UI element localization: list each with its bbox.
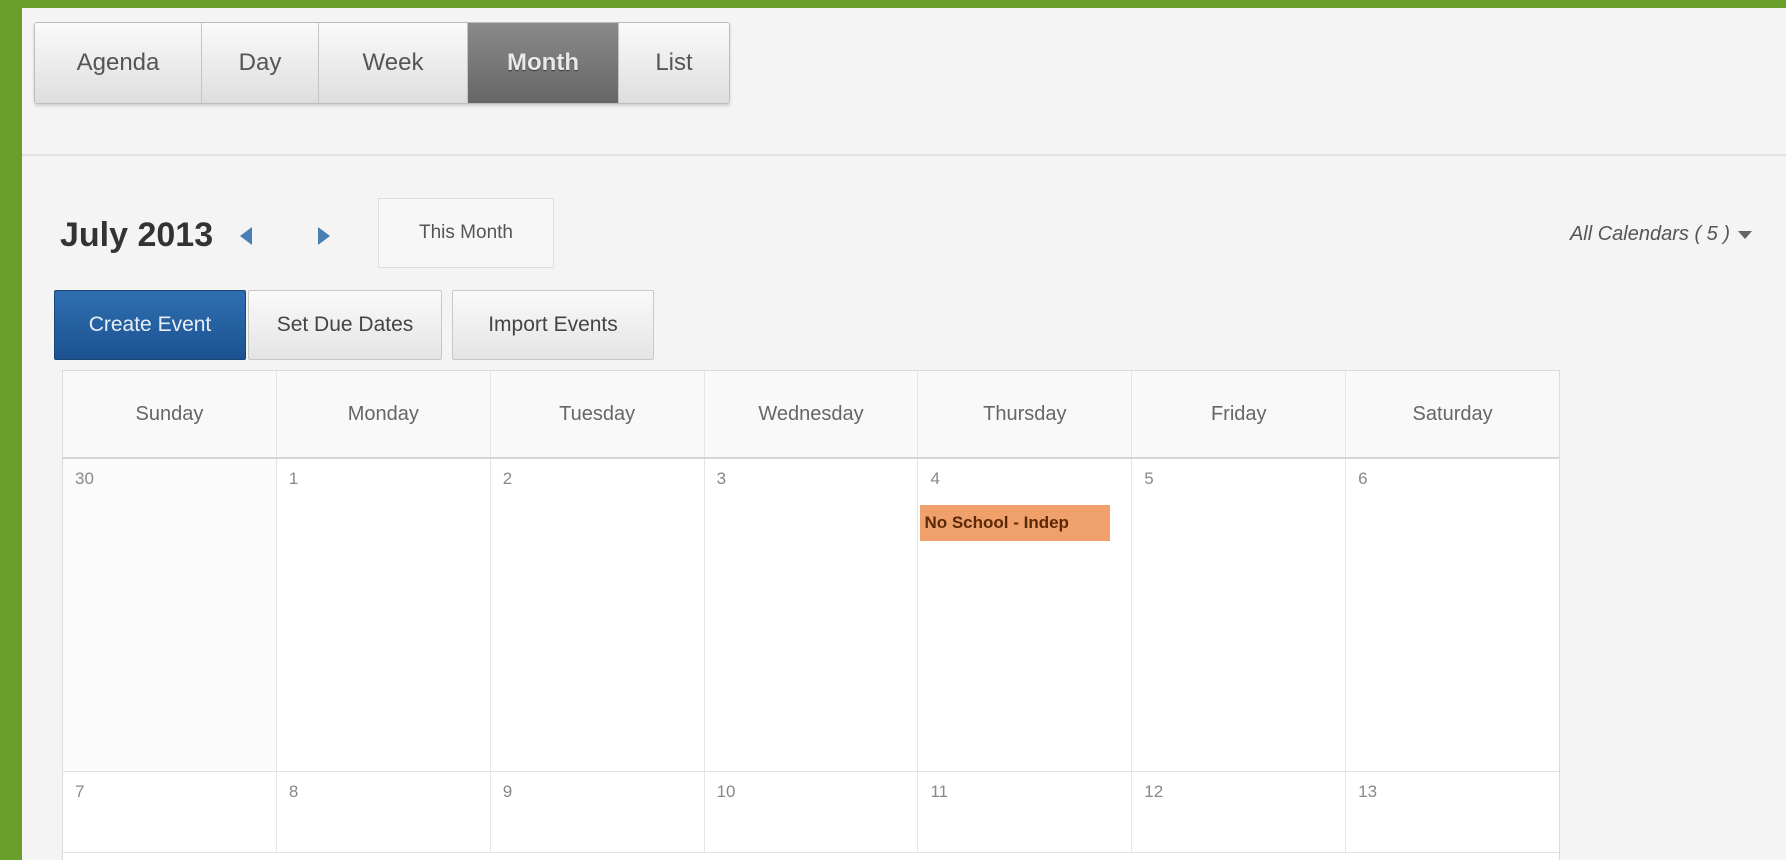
- month-grid: Sunday Monday Tuesday Wednesday Thursday…: [62, 370, 1560, 860]
- day-number: 7: [75, 782, 85, 801]
- day-cell[interactable]: 30: [63, 459, 276, 771]
- day-cell[interactable]: 2: [489, 459, 704, 771]
- view-switcher: Agenda Day Week Month List: [34, 22, 730, 104]
- weekday-thursday: Thursday: [917, 371, 1131, 457]
- caret-down-icon: [1738, 230, 1752, 239]
- day-cell[interactable]: 4 No School - Indep: [917, 459, 1131, 771]
- toolbar-divider: [22, 154, 1786, 156]
- day-cell[interactable]: 6: [1345, 459, 1559, 771]
- day-number: 8: [288, 782, 299, 801]
- weekday-friday: Friday: [1131, 371, 1345, 457]
- day-cell[interactable]: 8: [275, 772, 490, 852]
- all-calendars-dropdown[interactable]: All Calendars ( 5 ): [1570, 223, 1752, 246]
- day-cell[interactable]: 13: [1345, 772, 1559, 852]
- day-number: 6: [1358, 469, 1368, 488]
- event-item[interactable]: No School - Indep: [920, 505, 1111, 541]
- day-cell[interactable]: 7: [63, 772, 276, 852]
- tab-day[interactable]: Day: [202, 23, 319, 103]
- day-number: 13: [1358, 782, 1378, 801]
- day-number: 4: [930, 469, 940, 488]
- day-number: 5: [1144, 469, 1154, 488]
- weekday-saturday: Saturday: [1345, 371, 1559, 457]
- previous-month-icon[interactable]: [240, 227, 252, 245]
- day-number: 10: [716, 782, 736, 801]
- weekday-monday: Monday: [275, 371, 490, 457]
- next-month-icon[interactable]: [318, 227, 330, 245]
- day-cell[interactable]: 11: [917, 772, 1131, 852]
- import-events-button[interactable]: Import Events: [452, 290, 654, 360]
- set-due-dates-button[interactable]: Set Due Dates: [248, 290, 442, 360]
- day-cell[interactable]: 1: [275, 459, 490, 771]
- day-cell[interactable]: 3: [703, 459, 918, 771]
- day-cell[interactable]: 12: [1131, 772, 1345, 852]
- calendar-app: Agenda Day Week Month List July 2013 Thi…: [22, 8, 1786, 860]
- day-number: 2: [502, 469, 513, 488]
- all-calendars-label: All Calendars ( 5 ): [1569, 223, 1730, 245]
- tab-list[interactable]: List: [619, 23, 729, 103]
- day-number: 30: [75, 469, 94, 488]
- day-cell[interactable]: 9: [489, 772, 704, 852]
- weekday-sunday: Sunday: [135, 402, 204, 425]
- weekday-wednesday: Wednesday: [703, 371, 918, 457]
- tab-month[interactable]: Month: [468, 23, 619, 103]
- week-row: 30 1 2 3 4 No School - Indep 5 6: [63, 459, 1559, 772]
- weekday-tuesday: Tuesday: [489, 371, 704, 457]
- week-row: 7 8 9 10 11 12 13: [63, 772, 1559, 853]
- day-number: 12: [1144, 782, 1164, 801]
- day-cell[interactable]: 5: [1131, 459, 1345, 771]
- day-number: 9: [502, 782, 513, 801]
- day-cell[interactable]: 10: [703, 772, 918, 852]
- this-month-button[interactable]: This Month: [378, 198, 554, 268]
- day-number: 1: [288, 469, 299, 488]
- tab-agenda[interactable]: Agenda: [35, 23, 202, 103]
- tab-week[interactable]: Week: [319, 23, 468, 103]
- weekday-header: Sunday Monday Tuesday Wednesday Thursday…: [63, 371, 1559, 459]
- day-number: 3: [716, 469, 727, 488]
- create-event-button[interactable]: Create Event: [54, 290, 246, 360]
- month-title: July 2013: [60, 216, 214, 254]
- day-number: 11: [930, 782, 949, 801]
